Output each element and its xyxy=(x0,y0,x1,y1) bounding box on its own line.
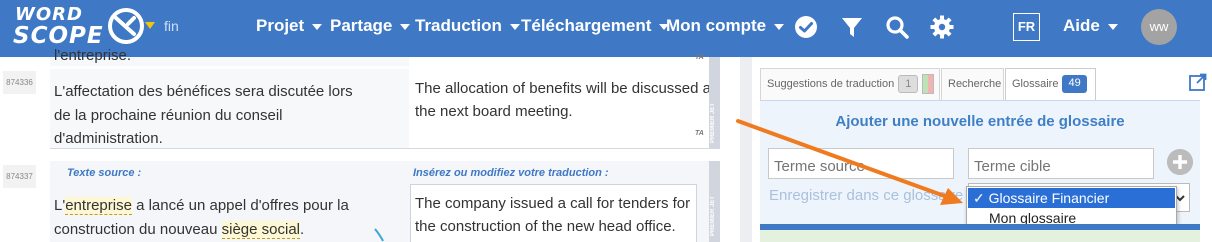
annotation-arrow-icon xyxy=(736,119,963,205)
app-window: WORD SCOPE fin Projet Partage Traduction… xyxy=(0,0,1212,242)
